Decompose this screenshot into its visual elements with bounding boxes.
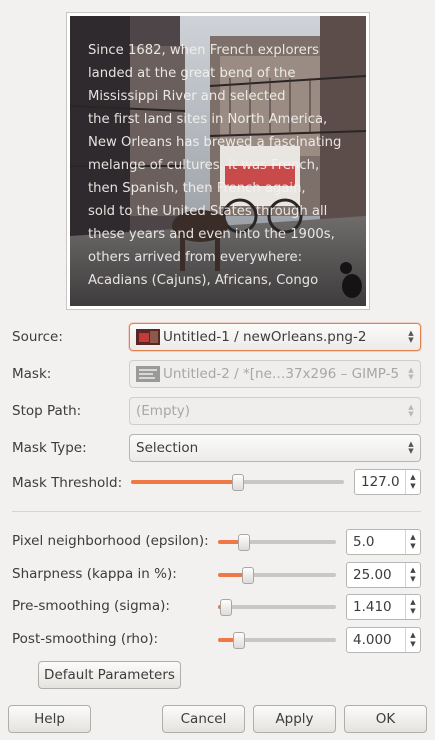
overlay-line: sold to the United States through all — [88, 204, 327, 219]
slider-knob[interactable] — [233, 632, 246, 649]
image-thumbnail-icon — [136, 329, 160, 345]
param-value[interactable]: 1.410 — [347, 595, 405, 619]
section-divider — [12, 511, 421, 512]
param-label: Pre-smoothing (sigma): — [12, 598, 170, 614]
mask-label: Mask: — [12, 366, 52, 382]
param-spinbox[interactable]: 1.410 ▲ ▼ — [346, 594, 421, 620]
mask-threshold-slider[interactable] — [131, 474, 344, 491]
overlay-line: Mississippi River and selected — [88, 89, 285, 104]
param-value[interactable]: 25.00 — [347, 563, 405, 587]
stop-path-combo[interactable]: (Empty) ▲ ▼ — [129, 397, 421, 425]
overlay-line: landed at the great bend of the — [88, 66, 295, 81]
combo-arrows-icon: ▲ ▼ — [408, 440, 414, 455]
slider-knob[interactable] — [241, 567, 254, 584]
mask-type-combo[interactable]: Selection ▲ ▼ — [129, 434, 421, 462]
ok-button[interactable]: OK — [344, 705, 427, 733]
slider-knob[interactable] — [237, 534, 250, 551]
overlay-line: Acadians (Cajuns), Africans, Congo — [88, 273, 318, 288]
overlay-line: the first land sites in North America, — [88, 112, 327, 127]
slider-knob[interactable] — [220, 599, 233, 616]
mask-combo[interactable]: Untitled-2 / *[ne…37x296 – GIMP-5 ▲ ▼ — [129, 360, 421, 388]
overlay-line: melange of cultures. It was French, — [88, 158, 319, 173]
mask-type-value: Selection — [136, 440, 199, 456]
param-value[interactable]: 4.000 — [347, 628, 405, 652]
param-label: Post-smoothing (rho): — [12, 631, 159, 647]
overlay-line: New Orleans has brewed a fascinating — [88, 135, 341, 150]
param-label: Sharpness (kappa in %): — [12, 566, 177, 582]
mask-thumbnail-icon — [136, 366, 160, 382]
stop-path-value: (Empty) — [136, 403, 191, 419]
help-button[interactable]: Help — [8, 705, 91, 733]
param-label: Pixel neighborhood (epsilon): — [12, 533, 209, 549]
param-spinbox[interactable]: 5.0 ▲ ▼ — [346, 529, 421, 555]
mask-threshold-value[interactable]: 127.0 — [355, 470, 405, 494]
source-label: Source: — [12, 329, 63, 345]
param-slider[interactable] — [218, 567, 336, 584]
spin-arrows-icon[interactable]: ▲ ▼ — [405, 563, 420, 587]
param-slider[interactable] — [218, 534, 336, 551]
cancel-button[interactable]: Cancel — [162, 705, 245, 733]
preview-photo: Since 1682, when French explorers landed… — [70, 16, 366, 306]
slider-fill — [131, 480, 238, 484]
spin-arrows-icon[interactable]: ▲ ▼ — [405, 628, 420, 652]
overlay-line: others arrived from everywhere: — [88, 250, 302, 265]
overlay-line: Since 1682, when French explorers — [88, 43, 319, 58]
stop-path-label: Stop Path: — [12, 403, 82, 419]
source-value: Untitled-1 / newOrleans.png-2 — [163, 329, 367, 345]
combo-arrows-icon: ▲ ▼ — [408, 329, 414, 344]
param-slider[interactable] — [218, 632, 336, 649]
combo-arrows-icon: ▲ ▼ — [408, 366, 414, 381]
mask-threshold-label: Mask Threshold: — [12, 475, 123, 491]
mask-threshold-spinbox[interactable]: 127.0 ▲ ▼ — [354, 469, 421, 495]
spin-arrows-icon[interactable]: ▲ ▼ — [405, 595, 420, 619]
overlay-line: these years and even into the 1900s, — [88, 227, 335, 242]
default-parameters-button[interactable]: Default Parameters — [38, 661, 181, 689]
param-slider[interactable] — [218, 599, 336, 616]
overlay-line: then Spanish, then French again, — [88, 181, 306, 196]
spin-arrows-icon[interactable]: ▲ ▼ — [405, 530, 420, 554]
preview-image: Since 1682, when French explorers landed… — [66, 12, 370, 310]
param-spinbox[interactable]: 25.00 ▲ ▼ — [346, 562, 421, 588]
apply-button[interactable]: Apply — [253, 705, 336, 733]
mask-type-label: Mask Type: — [12, 440, 87, 456]
mask-value: Untitled-2 / *[ne…37x296 – GIMP-5 — [163, 366, 400, 382]
param-spinbox[interactable]: 4.000 ▲ ▼ — [346, 627, 421, 653]
slider-knob[interactable] — [231, 474, 244, 491]
param-value[interactable]: 5.0 — [347, 530, 405, 554]
combo-arrows-icon: ▲ ▼ — [408, 403, 414, 418]
source-combo[interactable]: Untitled-1 / newOrleans.png-2 ▲ ▼ — [129, 323, 421, 351]
spin-arrows-icon[interactable]: ▲ ▼ — [405, 470, 420, 494]
